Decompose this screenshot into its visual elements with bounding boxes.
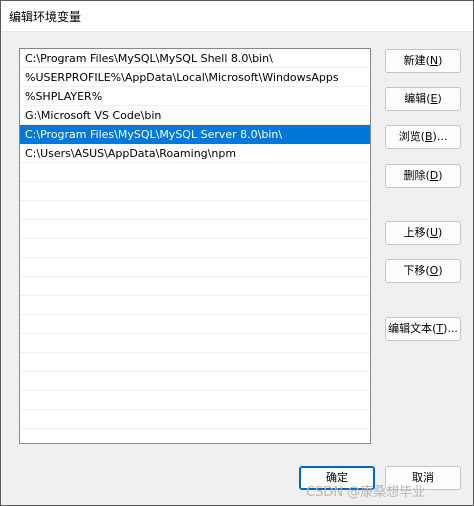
empty-row[interactable] [20, 201, 370, 220]
edit-button[interactable]: 编辑(E) [385, 87, 461, 111]
edit-env-variable-dialog: 编辑环境变量 C:\Program Files\MySQL\MySQL Shel… [0, 0, 474, 506]
path-text: %SHPLAYER% [25, 90, 103, 103]
delete-button[interactable]: 删除(D) [385, 164, 461, 188]
path-text: C:\Users\ASUS\AppData\Roaming\npm [25, 147, 237, 160]
delete-button-suffix: ) [438, 169, 443, 182]
empty-row[interactable] [20, 220, 370, 239]
path-text: C:\Program Files\MySQL\MySQL Shell 8.0\b… [25, 52, 273, 65]
move-up-button[interactable]: 上移(U) [385, 221, 461, 245]
browse-button-suffix: )... [432, 130, 448, 143]
edit-button-label: 编辑( [404, 92, 431, 105]
list-item-selected[interactable]: C:\Program Files\MySQL\MySQL Server 8.0\… [20, 125, 370, 144]
list-item[interactable]: %SHPLAYER% [20, 87, 370, 106]
path-text: %USERPROFILE%\AppData\Local\Microsoft\Wi… [25, 71, 339, 84]
watermark: CSDN @康桑想毕业 [306, 485, 426, 500]
empty-row[interactable] [20, 334, 370, 353]
title-bar[interactable]: 编辑环境变量 [1, 1, 473, 32]
new-button-label: 新建( [403, 54, 430, 67]
list-item[interactable]: %USERPROFILE%\AppData\Local\Microsoft\Wi… [20, 68, 370, 87]
empty-row[interactable] [20, 296, 370, 315]
empty-row[interactable] [20, 258, 370, 277]
new-button-hotkey: N [429, 54, 439, 67]
empty-row[interactable] [20, 391, 370, 410]
path-listbox[interactable]: C:\Program Files\MySQL\MySQL Shell 8.0\b… [19, 48, 371, 444]
empty-row[interactable] [20, 277, 370, 296]
empty-row[interactable] [20, 239, 370, 258]
empty-row[interactable] [20, 315, 370, 334]
empty-row[interactable] [20, 163, 370, 182]
edit-button-suffix: ) [437, 92, 442, 105]
path-text: C:\Program Files\MySQL\MySQL Server 8.0\… [25, 128, 283, 141]
move-up-button-suffix: ) [438, 226, 443, 239]
move-down-button-label: 下移( [403, 264, 430, 277]
list-item[interactable]: C:\Users\ASUS\AppData\Roaming\npm [20, 144, 370, 163]
move-up-button-hotkey: U [429, 226, 439, 239]
edit-text-button-suffix: )... [443, 322, 458, 335]
browse-button-label: 浏览( [398, 130, 425, 143]
move-up-button-label: 上移( [403, 226, 430, 239]
empty-row[interactable] [20, 410, 370, 429]
empty-row[interactable] [20, 353, 370, 372]
browse-button-hotkey: B [424, 130, 433, 143]
delete-button-label: 删除( [403, 169, 430, 182]
delete-button-hotkey: D [429, 169, 439, 182]
empty-row[interactable] [20, 372, 370, 391]
new-button[interactable]: 新建(N) [385, 49, 461, 73]
edit-text-button-label: 编辑文本( [388, 322, 437, 335]
new-button-suffix: ) [438, 54, 443, 67]
move-down-button-suffix: ) [438, 264, 443, 277]
window-title: 编辑环境变量 [9, 10, 82, 24]
empty-row[interactable] [20, 182, 370, 201]
edit-text-button[interactable]: 编辑文本(T)... [385, 317, 461, 341]
move-down-button[interactable]: 下移(O) [385, 259, 461, 283]
list-item[interactable]: C:\Program Files\MySQL\MySQL Shell 8.0\b… [20, 49, 370, 68]
path-text: G:\Microsoft VS Code\bin [25, 109, 162, 122]
browse-button[interactable]: 浏览(B)... [385, 125, 461, 149]
list-item[interactable]: G:\Microsoft VS Code\bin [20, 106, 370, 125]
